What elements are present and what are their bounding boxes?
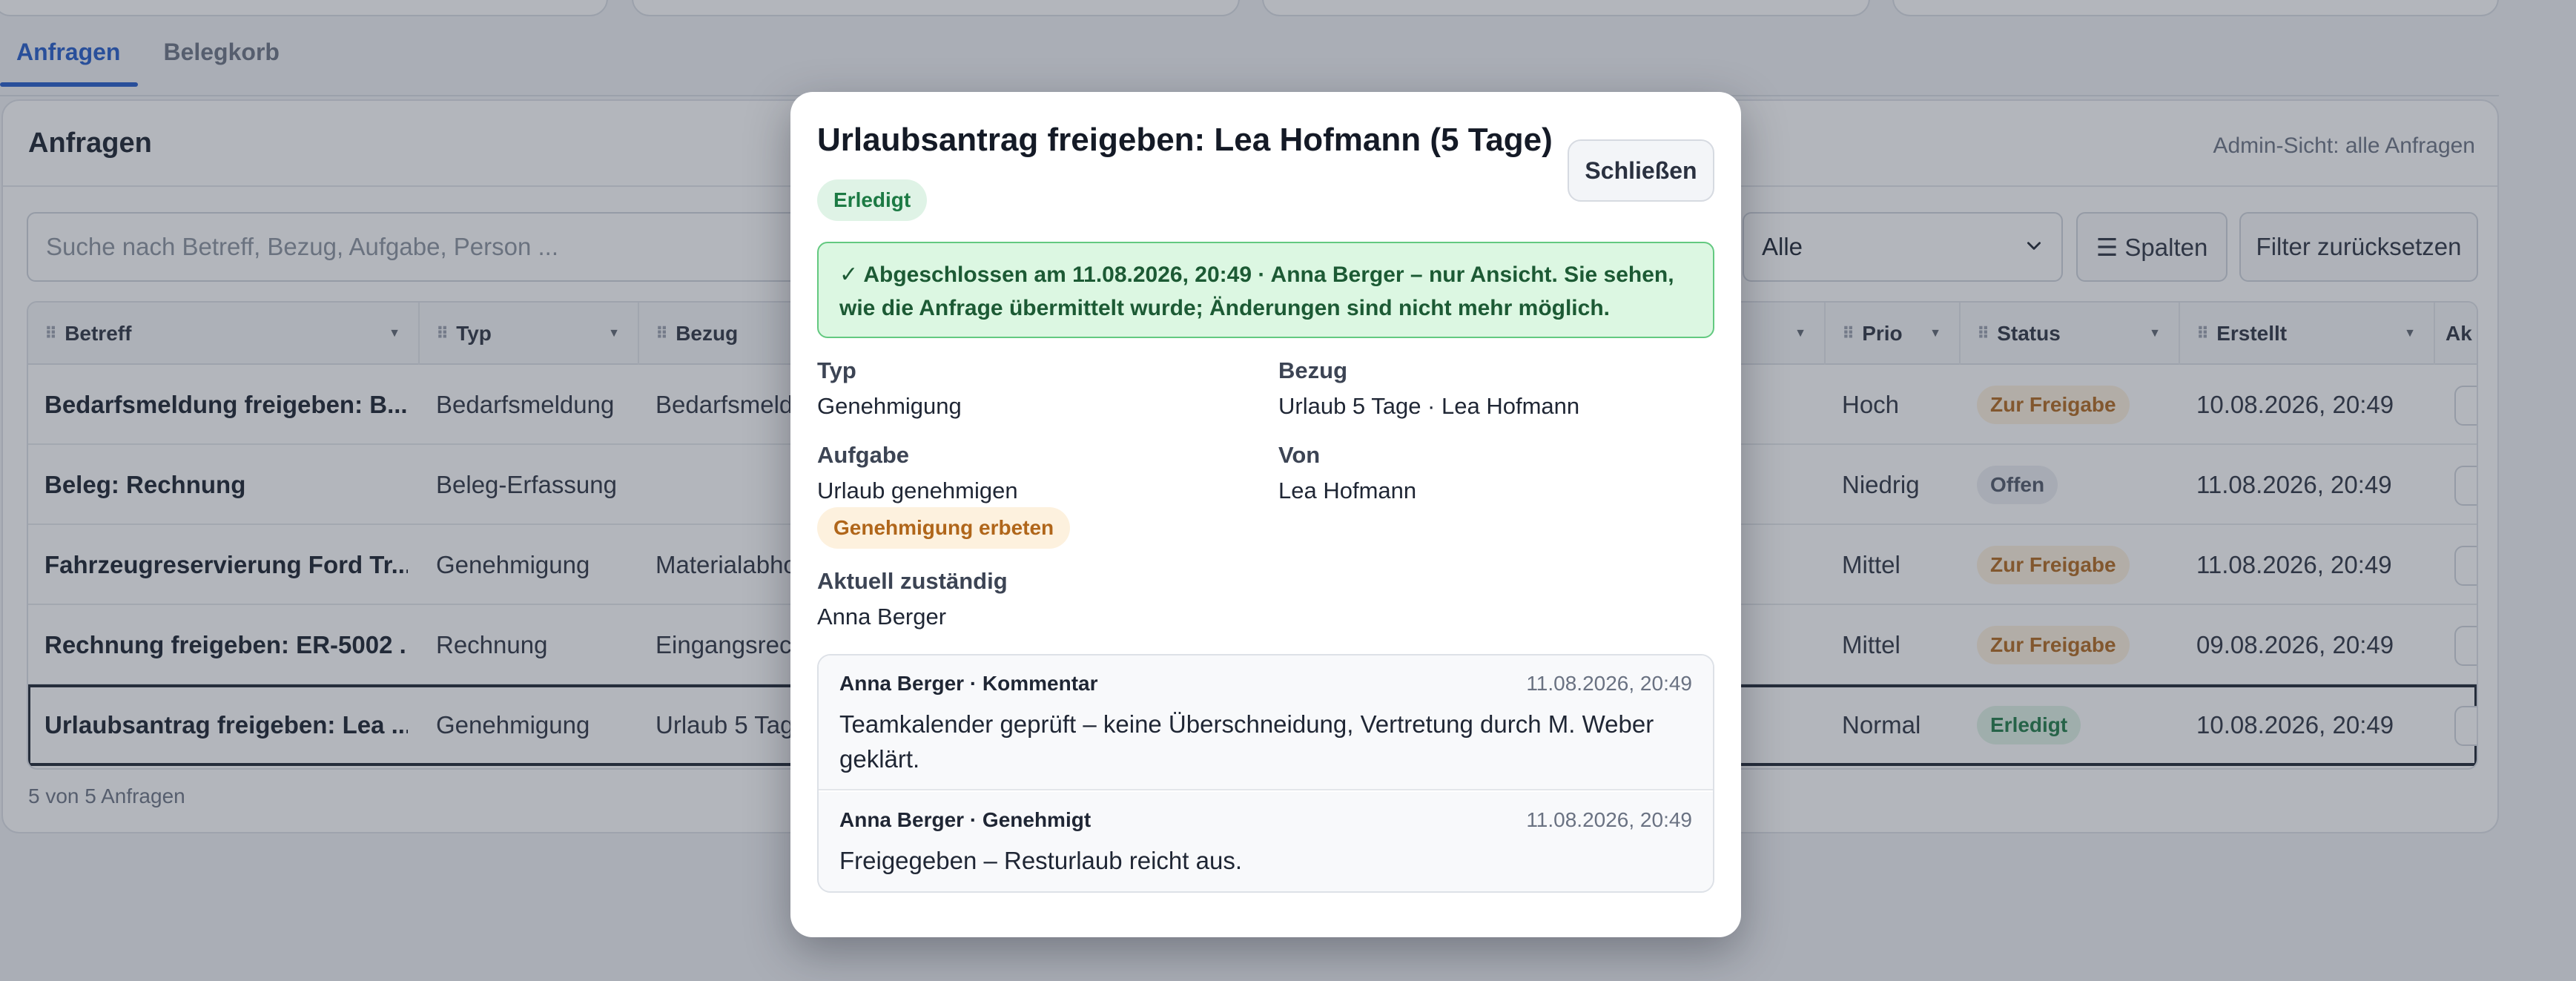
comment-text: Freigegeben – Resturlaub reicht aus. [839,847,1242,874]
comment-entry: Anna Berger · Kommentar 11.08.2026, 20:4… [819,655,1713,790]
from-label: Von [1278,442,1321,468]
reference-label: Bezug [1278,357,1347,383]
assignee-label: Aktuell zuständig [817,568,1008,594]
comment-text: Teamkalender geprüft – keine Überschneid… [839,710,1654,773]
comment-date: 11.08.2026, 20:49 [1526,808,1692,831]
task-value: Urlaub genehmigen [817,478,1018,503]
reference-value: Urlaub 5 Tage · Lea Hofmann [1278,393,1580,419]
task-label: Aufgabe [817,442,909,468]
comment-author: Anna Berger · Genehmigt [839,808,1092,831]
comment-history: Anna Berger · Kommentar 11.08.2026, 20:4… [817,654,1714,893]
request-detail-modal: Urlaubsantrag freigeben: Lea Hofmann (5 … [790,92,1741,937]
type-label: Typ [817,357,856,383]
task-status-badge: Genehmigung erbeten [817,507,1071,549]
comment-date: 11.08.2026, 20:49 [1526,672,1692,695]
modal-title: Urlaubsantrag freigeben: Lea Hofmann (5 … [817,122,1553,158]
type-value: Genehmigung [817,393,962,419]
completion-notice: ✓ Abgeschlossen am 11.08.2026, 20:49 · A… [817,242,1714,338]
from-value: Lea Hofmann [1278,478,1417,503]
status-badge: Erledigt [817,179,928,221]
comment-author: Anna Berger · Kommentar [839,672,1098,695]
close-button[interactable]: Schließen [1568,139,1714,202]
assignee-value: Anna Berger [817,604,947,630]
comment-entry: Anna Berger · Genehmigt 11.08.2026, 20:4… [819,792,1713,891]
